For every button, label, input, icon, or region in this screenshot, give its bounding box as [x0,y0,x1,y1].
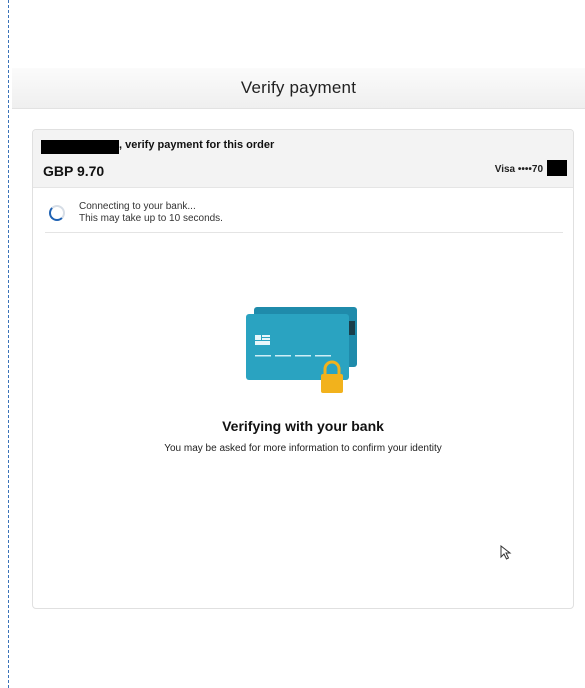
verify-title: Verifying with your bank [222,418,384,434]
redacted-customer-name [41,140,119,154]
loading-spinner-icon [49,205,65,221]
redacted-card-digits [547,160,567,176]
payment-card-panel: , verify payment for this order GBP 9.70… [32,129,574,609]
verify-subtitle: You may be asked for more information to… [164,443,442,454]
card-front-shape [246,314,349,380]
order-summary: , verify payment for this order GBP 9.70… [33,130,573,188]
card-label: Visa ••••70 [494,164,543,175]
credit-card-lock-icon [246,307,357,393]
card-back-stripe [349,321,355,335]
status-line-1: Connecting to your bank... [79,201,196,212]
bank-connection-status: Connecting to your bank... This may take… [45,194,563,233]
order-amount: GBP 9.70 [43,163,105,179]
card-chip-c [262,338,270,340]
verify-instruction: , verify payment for this order [119,139,275,151]
status-text: Connecting to your bank... This may take… [79,201,223,225]
page-guide-line [8,0,9,688]
card-chip-b [262,335,270,337]
lock-body [321,374,343,393]
card-chip-a [255,335,261,340]
card-chip-d [255,341,270,345]
page-header: Verify payment [12,68,585,109]
status-line-2: This may take up to 10 seconds. [79,213,223,224]
page-title: Verify payment [240,78,357,97]
mouse-pointer-icon [500,545,512,560]
